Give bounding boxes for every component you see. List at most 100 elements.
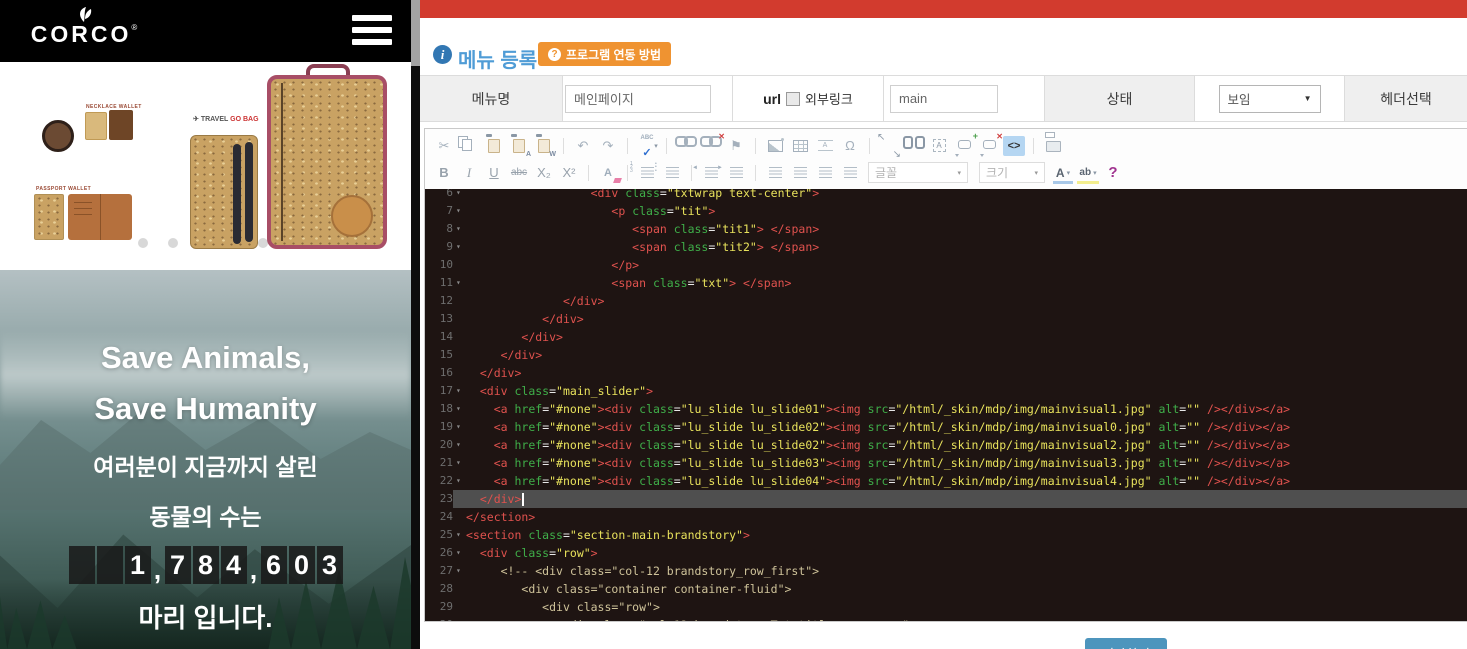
source-icon[interactable]: <>	[1003, 136, 1025, 156]
bubble-remove-icon[interactable]: ✕	[978, 136, 1000, 156]
product-label-passport: PASSPORT WALLET	[36, 186, 91, 192]
program-link-help-button[interactable]: ? 프로그램 연동 방법	[538, 42, 671, 66]
unordered-list-icon-glyph	[666, 167, 679, 178]
code-text: <div class="txtwrap text-center">	[466, 189, 1467, 202]
status-label: 상태	[1045, 76, 1195, 121]
highlight-color-icon[interactable]: ab▾	[1077, 163, 1099, 183]
undo-icon-glyph: ↶	[578, 136, 589, 156]
spellcheck-icon[interactable]: ▾	[636, 136, 658, 156]
remove-format-icon-glyph: A	[604, 167, 612, 179]
chevron-down-icon: ▾	[957, 169, 961, 177]
align-left-icon-glyph	[769, 167, 782, 178]
url-input[interactable]	[890, 85, 998, 113]
paste-icon[interactable]	[483, 136, 505, 156]
preview-scrollbar-thumb[interactable]	[411, 0, 420, 66]
slider-dot[interactable]	[168, 238, 178, 248]
corco-logo[interactable]: CORCO®	[24, 6, 144, 47]
anchor-flag-icon-glyph: ⚑	[730, 136, 742, 156]
align-left-icon[interactable]	[764, 163, 786, 183]
line-number: 19	[425, 418, 453, 436]
preview-scrollbar[interactable]	[411, 0, 420, 649]
code-text: <a href="#none"><div class="lu_slide lu_…	[466, 454, 1467, 472]
font-dropdown[interactable]: 글꼴▾	[868, 162, 968, 183]
horizontal-line-icon[interactable]: A	[814, 136, 836, 156]
code-line: 30 <div class="col-12 brandstory_Txt_tit…	[425, 616, 1467, 621]
undo-icon[interactable]: ↶	[572, 136, 594, 156]
align-right-icon[interactable]	[814, 163, 836, 183]
strike-icon[interactable]: abc	[508, 163, 530, 183]
hamburger-menu-icon[interactable]	[352, 15, 392, 47]
align-center-icon[interactable]	[789, 163, 811, 183]
counter-digit-box: 0	[289, 546, 315, 584]
status-select[interactable]: 보임▼	[1219, 85, 1321, 113]
cut-icon[interactable]: ✂	[433, 136, 455, 156]
underline-icon[interactable]: U	[483, 163, 505, 183]
copy-icon[interactable]	[458, 136, 480, 156]
code-line: 6▾ <div class="txtwrap text-center">	[425, 189, 1467, 202]
code-text: <!-- <div class="col-12 brandstory_row_f…	[466, 562, 1467, 580]
chevron-down-icon: ▾	[1093, 169, 1097, 177]
code-text: </p>	[466, 256, 1467, 274]
paste-text-icon-badge: A	[526, 151, 531, 158]
code-text: </div>	[466, 364, 1467, 382]
image-icon[interactable]	[764, 136, 786, 156]
text-cursor	[522, 493, 524, 506]
fold-arrow-icon: ▾	[453, 454, 466, 472]
external-link-checkbox[interactable]	[786, 92, 800, 106]
unordered-list-icon[interactable]	[661, 163, 683, 183]
align-justify-icon[interactable]	[839, 163, 861, 183]
product-photo-cork-wallet[interactable]	[34, 194, 64, 240]
line-number: 14	[425, 328, 453, 346]
indent-icon[interactable]	[725, 163, 747, 183]
bubble-add-icon[interactable]: +	[953, 136, 975, 156]
slider-dot[interactable]	[138, 238, 148, 248]
remove-format-icon[interactable]: A	[597, 163, 619, 183]
size-dropdown[interactable]: 크기▾	[979, 162, 1045, 183]
admin-top-red-bar	[420, 0, 1467, 18]
html-source-editor: ✂AW↶↷▾✕⚑AΩA+✕<> BIUabcX₂X²A글꼴▾크기▾A▾ab▾? …	[424, 128, 1467, 622]
code-text: <div class="row">	[466, 544, 1467, 562]
select-all-icon[interactable]: A	[928, 136, 950, 156]
fold-arrow-icon: ▾	[453, 418, 466, 436]
hero-title-line1: Save Animals,	[0, 332, 411, 383]
product-photo-necklace[interactable]	[42, 120, 74, 152]
superscript-icon[interactable]: X²	[558, 163, 580, 183]
save-button[interactable]: 저장하기	[1085, 638, 1167, 649]
product-photo-travel-bag[interactable]	[267, 75, 387, 249]
subscript-icon[interactable]: X₂	[533, 163, 555, 183]
fold-arrow-icon: ▾	[453, 274, 466, 292]
indent-icon-glyph	[730, 167, 743, 178]
link-icon[interactable]	[675, 136, 697, 156]
website-preview-pane: CORCO® NECKLACE WALLET PASSPORT WALLET ✈…	[0, 0, 411, 649]
table-icon[interactable]	[789, 136, 811, 156]
find-icon[interactable]	[903, 136, 925, 156]
product-photo-backpack[interactable]	[190, 135, 258, 249]
info-icon: i	[433, 45, 452, 64]
line-number: 25	[425, 526, 453, 544]
toolbar-separator	[666, 138, 667, 154]
unlink-icon[interactable]: ✕	[700, 136, 722, 156]
horizontal-line-icon-glyph: A	[818, 140, 833, 151]
special-char-icon[interactable]: Ω	[839, 136, 861, 156]
counter-label: 동물의 수는	[0, 498, 411, 532]
anchor-flag-icon[interactable]: ⚑	[725, 136, 747, 156]
product-photo-leather-wallet[interactable]	[68, 194, 132, 240]
text-color-icon[interactable]: A▾	[1052, 163, 1074, 183]
source-code-area[interactable]: 6▾ <div class="txtwrap text-center">7▾ <…	[425, 189, 1467, 621]
fold-arrow-icon: ▾	[453, 526, 466, 544]
redo-icon[interactable]: ↷	[597, 136, 619, 156]
bold-icon[interactable]: B	[433, 163, 455, 183]
product-photo-wallet-small-1[interactable]	[85, 112, 107, 140]
menu-name-input[interactable]	[565, 85, 711, 113]
fold-arrow-icon: ▾	[453, 436, 466, 454]
maximize-icon[interactable]	[878, 136, 900, 156]
help-icon[interactable]: ?	[1102, 163, 1124, 183]
paste-word-icon[interactable]: W	[533, 136, 555, 156]
paste-text-icon[interactable]: A	[508, 136, 530, 156]
print-icon[interactable]	[1042, 136, 1064, 156]
product-photo-wallet-small-2[interactable]	[109, 110, 133, 140]
code-line: 24</section>	[425, 508, 1467, 526]
italic-icon[interactable]: I	[458, 163, 480, 183]
code-text: <a href="#none"><div class="lu_slide lu_…	[466, 472, 1467, 490]
line-number: 18	[425, 400, 453, 418]
